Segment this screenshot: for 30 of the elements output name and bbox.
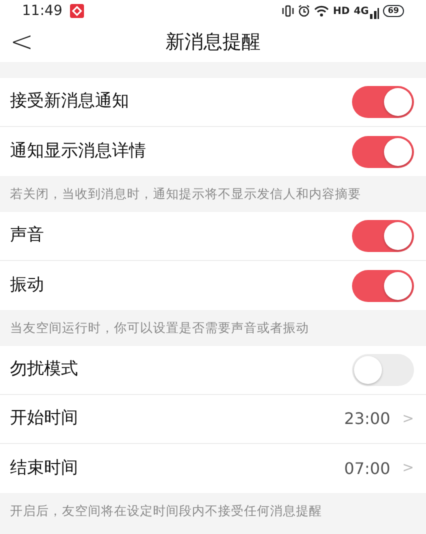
signal-label: 4G bbox=[354, 4, 369, 18]
chevron-icon: > bbox=[402, 458, 414, 479]
section-note: 当友空间运行时，你可以设置是否需要声音或者振动 bbox=[9, 318, 310, 337]
page-title: 新消息提醒 bbox=[166, 30, 260, 55]
section-note: 若关闭，当收到消息时，通知提示将不显示发信人和内容摘要 bbox=[9, 184, 362, 203]
section-note: 开启后，友空间将在设定时间段内不接受任何消息提醒 bbox=[9, 502, 323, 520]
toggle-switch[interactable] bbox=[352, 270, 414, 302]
toggle-switch[interactable] bbox=[352, 354, 414, 386]
time-value: 07:00 bbox=[344, 458, 390, 480]
setting-label: 通知显示消息详情 bbox=[10, 140, 147, 163]
setting-label: 振动 bbox=[10, 274, 45, 297]
setting-label: 接受新消息通知 bbox=[10, 90, 130, 114]
time-value: 23:00 bbox=[344, 408, 390, 430]
signal-icon bbox=[368, 8, 379, 18]
network-label: HD bbox=[333, 4, 350, 18]
toggle-switch[interactable] bbox=[352, 220, 414, 252]
chevron-icon: > bbox=[402, 408, 414, 430]
back-button[interactable]: < bbox=[4, 22, 40, 62]
setting-label: 勿扰模式 bbox=[10, 358, 79, 382]
setting-label: 声音 bbox=[10, 224, 45, 248]
status-time: 11:49 bbox=[22, 2, 62, 20]
toggle-switch[interactable] bbox=[352, 86, 414, 118]
app-icon bbox=[70, 4, 84, 18]
setting-label: 开始时间 bbox=[10, 407, 79, 430]
toggle-switch[interactable] bbox=[352, 136, 414, 168]
wifi-icon bbox=[314, 5, 330, 17]
alarm-icon bbox=[298, 5, 310, 17]
setting-label: 结束时间 bbox=[10, 456, 79, 480]
vibrate-icon bbox=[282, 5, 294, 17]
battery-indicator: 69 bbox=[382, 5, 404, 17]
